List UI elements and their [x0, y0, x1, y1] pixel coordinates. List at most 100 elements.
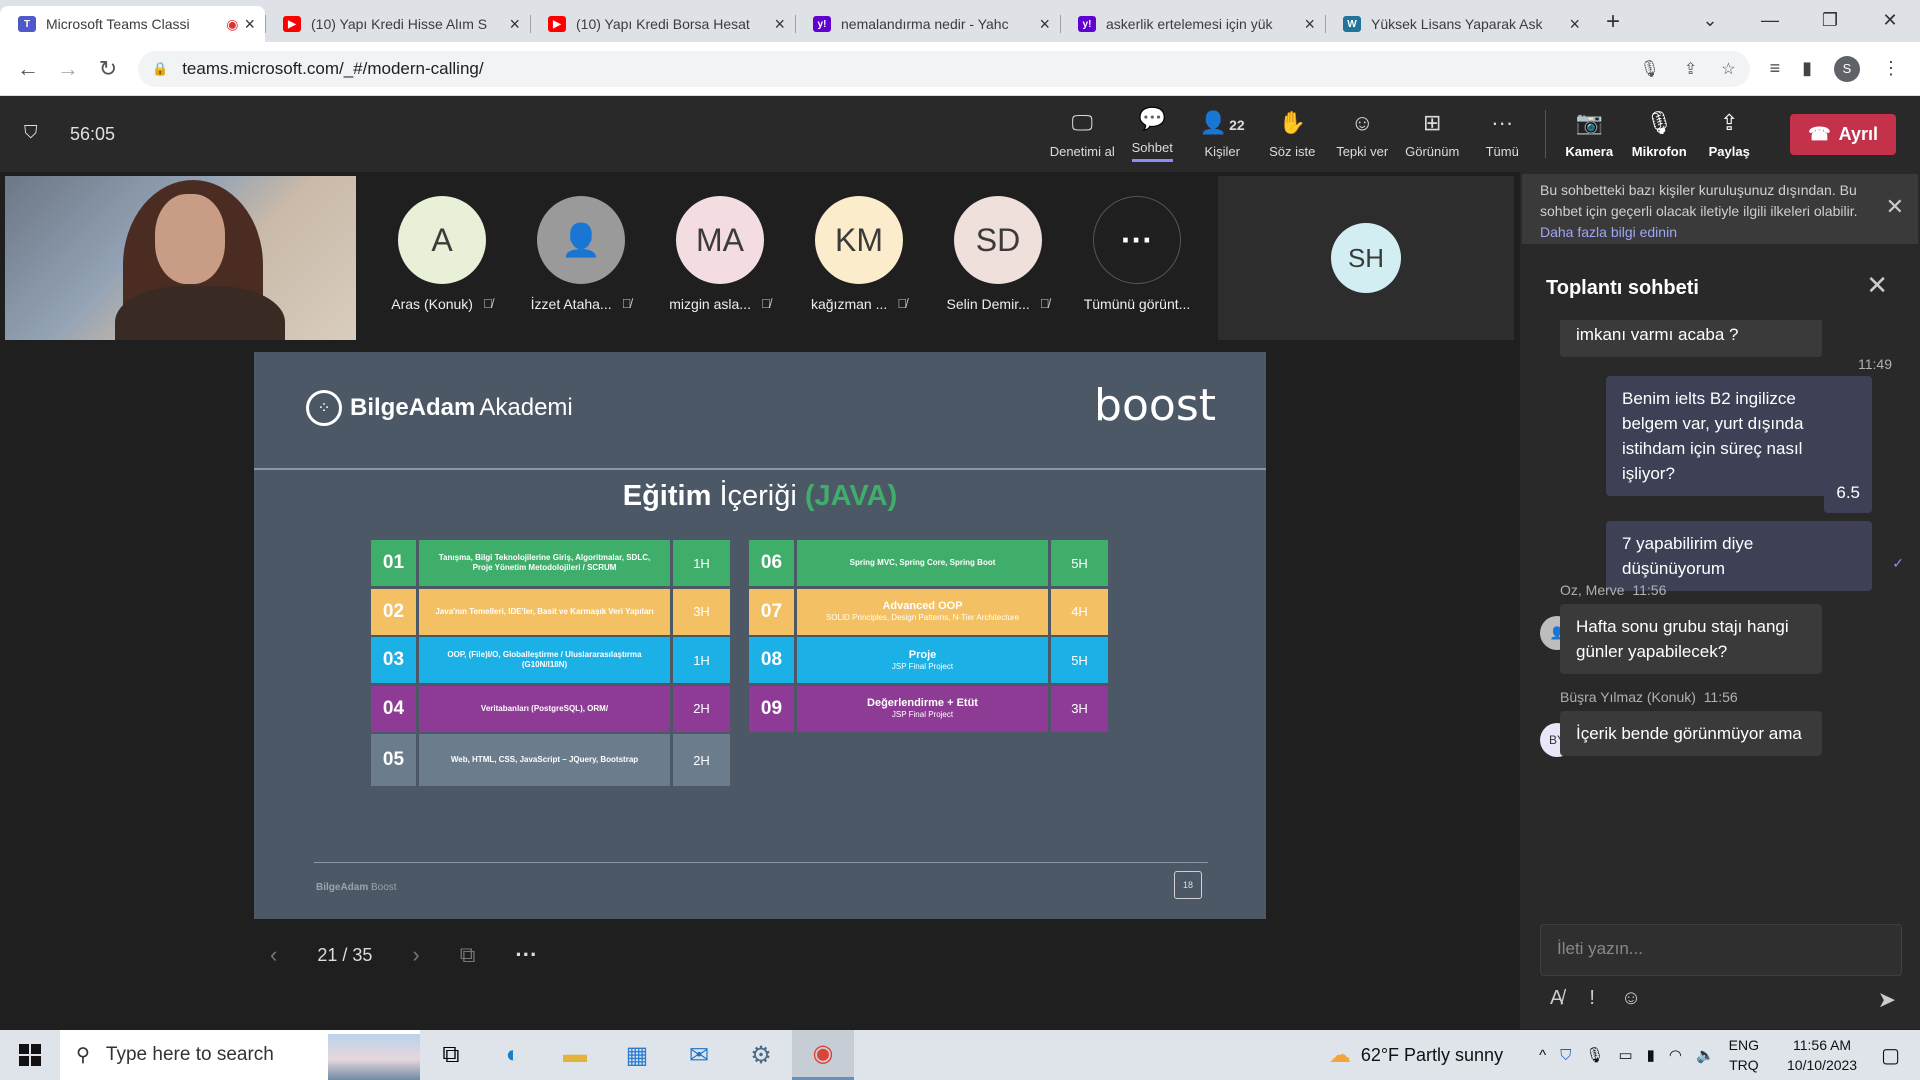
search-icon: ⚲ [76, 1044, 90, 1066]
forward-button[interactable]: → [48, 56, 88, 82]
restore-button[interactable]: ❐ [1800, 0, 1860, 40]
tool-raise-hand[interactable]: ✋ Söz iste [1257, 110, 1327, 159]
profile-avatar[interactable]: S [1834, 55, 1860, 82]
row-topic-text: Tanışma, Bilgi Teknolojilerine Giriş, Al… [438, 553, 651, 572]
close-tab-icon[interactable]: × [1039, 14, 1050, 35]
send-icon[interactable]: ➤ [1878, 987, 1896, 1013]
mail-icon[interactable]: ✉ [668, 1030, 730, 1080]
self-video-tile[interactable] [5, 176, 356, 340]
close-window-button[interactable]: ✕ [1860, 0, 1920, 40]
row-hours: 4H [1051, 588, 1111, 635]
clock[interactable]: 11:56 AM 10/10/2023 [1787, 1035, 1857, 1075]
display-icon[interactable]: ▭ [1618, 1046, 1632, 1064]
media-controls-icon[interactable]: ≡ [1770, 58, 1781, 79]
tab-search-icon[interactable]: ⌄ [1680, 0, 1740, 40]
store-icon[interactable]: ▦ [606, 1030, 668, 1080]
browser-menu-icon[interactable]: ⋮ [1882, 58, 1900, 79]
msg-author: Oz, Merve [1560, 582, 1625, 598]
defender-icon[interactable]: ⛉ [1560, 1047, 1571, 1064]
participant-tile[interactable]: A Aras (Konuk) 🎙̸ [372, 196, 512, 312]
browser-tab[interactable]: T Microsoft Teams Classi ◉ × [0, 6, 265, 42]
url-field[interactable]: 🔒 teams.microsoft.com/_#/modern-calling/… [138, 50, 1750, 87]
curriculum-row: 03 OOP, (File)I/O, Globalleştirme / Ulus… [371, 637, 733, 683]
volume-icon[interactable]: 🔈 [1696, 1046, 1715, 1064]
close-notice-icon[interactable]: ✕ [1886, 196, 1904, 218]
task-view-icon[interactable]: ⧉ [420, 1030, 482, 1080]
close-chat-icon[interactable]: ✕ [1866, 270, 1888, 301]
message-input[interactable]: İleti yazın... [1540, 924, 1902, 976]
close-tab-icon[interactable]: × [509, 14, 520, 35]
tool-view[interactable]: ⊞ Görünüm [1397, 110, 1467, 159]
participant-tile[interactable]: 👤 İzzet Ataha... 🎙̸ [511, 196, 651, 312]
format-icon[interactable]: A̸ [1550, 987, 1563, 1010]
message-meta: Büşra Yılmaz (Konuk) 11:56 [1560, 689, 1738, 705]
wordpress-icon: W [1343, 16, 1361, 32]
wifi-icon[interactable]: ◠ [1669, 1046, 1682, 1064]
participant-tile[interactable]: SD Selin Demir... 🎙̸ [928, 196, 1068, 312]
notifications-icon[interactable]: ▢ [1881, 1043, 1900, 1068]
browser-tab[interactable]: y! askerlik ertelemesi için yük × [1060, 6, 1325, 42]
taskbar-search[interactable]: ⚲ Type here to search [60, 1030, 420, 1080]
close-tab-icon[interactable]: × [1304, 14, 1315, 35]
learn-more-link[interactable]: Daha fazla bilgi edinin [1540, 224, 1677, 240]
tool-share[interactable]: ⇪ Paylaş [1694, 110, 1764, 159]
mic-tray-icon[interactable]: 🎙 [1585, 1046, 1604, 1064]
speaker-tile[interactable]: SH [1218, 176, 1514, 340]
settings-icon[interactable]: ⚙ [730, 1030, 792, 1080]
leave-button[interactable]: ☎ Ayrıl [1790, 113, 1896, 155]
brand-light: Akademi [479, 394, 573, 421]
browser-tab[interactable]: ▶ (10) Yapı Kredi Hisse Alım S × [265, 6, 530, 42]
back-button[interactable]: ← [8, 56, 48, 82]
tool-more[interactable]: ··· Tümü [1467, 110, 1537, 159]
priority-icon[interactable]: ! [1589, 987, 1595, 1010]
participant-label: Tümünü görünt... [1084, 296, 1191, 312]
tool-camera-off[interactable]: 📷 Kamera [1554, 110, 1624, 159]
tool-people[interactable]: 👤 22 Kişiler [1187, 110, 1257, 159]
close-tab-icon[interactable]: × [244, 14, 255, 35]
minimize-button[interactable]: — [1740, 0, 1800, 40]
close-tab-icon[interactable]: × [1569, 14, 1580, 35]
browser-tab[interactable]: ▶ (10) Yapı Kredi Borsa Hesat × [530, 6, 795, 42]
share-icon: ⇪ [1720, 109, 1739, 135]
emoji-icon[interactable]: ☺ [1621, 987, 1641, 1010]
view-all-participants[interactable]: ··· Tümünü görünt... [1067, 196, 1207, 312]
tool-take-control[interactable]: 🖵 Denetimi al [1047, 110, 1117, 159]
prev-slide-button[interactable]: ‹ [270, 942, 277, 968]
address-bar-row: ← → ↻ 🔒 teams.microsoft.com/_#/modern-ca… [0, 42, 1920, 96]
title-bold: Eğitim [622, 480, 712, 512]
participant-tile[interactable]: MA mizgin asla... 🎙̸ [650, 196, 790, 312]
side-panel-icon[interactable]: ▮ [1802, 58, 1812, 79]
compose-tools: A̸ ! ☺ [1550, 987, 1641, 1010]
participant-tile[interactable]: KM kağızman ... 🎙̸ [789, 196, 929, 312]
browser-tab[interactable]: W Yüksek Lisans Yaparak Ask × [1325, 6, 1590, 42]
chrome-icon[interactable]: ◉ [792, 1030, 854, 1080]
tool-chat[interactable]: 💬 Sohbet [1117, 106, 1187, 162]
url-text: teams.microsoft.com/_#/modern-calling/ [182, 58, 484, 78]
tool-mic-off[interactable]: 🎙 Mikrofon [1624, 110, 1694, 159]
browser-tab[interactable]: y! nemalandırma nedir - Yahc × [795, 6, 1060, 42]
slide-grid-icon[interactable]: ⧉ [460, 942, 476, 968]
language-indicator[interactable]: ENG TRQ [1729, 1035, 1759, 1075]
clock-date: 10/10/2023 [1787, 1057, 1858, 1073]
next-slide-button[interactable]: › [412, 942, 419, 968]
message-time: 11:49 [1858, 356, 1892, 372]
battery-icon[interactable]: ▮ [1647, 1046, 1655, 1064]
start-button[interactable] [0, 1044, 60, 1066]
tool-label: Kişiler [1204, 143, 1240, 159]
file-explorer-icon[interactable]: ▬ [544, 1030, 606, 1080]
edge-icon[interactable]: ◐ [482, 1030, 544, 1080]
hangup-icon: ☎ [1808, 123, 1831, 144]
reload-button[interactable]: ↻ [88, 56, 128, 82]
tool-react[interactable]: ☺ Tepki ver [1327, 110, 1397, 159]
share-page-icon[interactable]: ⇪ [1684, 59, 1697, 79]
new-tab-button[interactable]: + [1606, 8, 1620, 36]
slide-more-icon[interactable]: ··· [515, 942, 537, 968]
bookmark-star-icon[interactable]: ☆ [1721, 59, 1735, 79]
close-tab-icon[interactable]: × [774, 14, 785, 35]
weather-widget[interactable]: ☁ 62°F Partly sunny [1329, 1042, 1503, 1068]
tray-chevron-icon[interactable]: ^ [1539, 1047, 1546, 1064]
more-icon: ··· [1093, 196, 1181, 284]
row-topic: OOP, (File)I/O, Globalleştirme / Uluslar… [419, 637, 673, 683]
chat-icon: 💬 [1138, 106, 1166, 131]
mic-icon[interactable]: 🎙 [1640, 59, 1660, 79]
